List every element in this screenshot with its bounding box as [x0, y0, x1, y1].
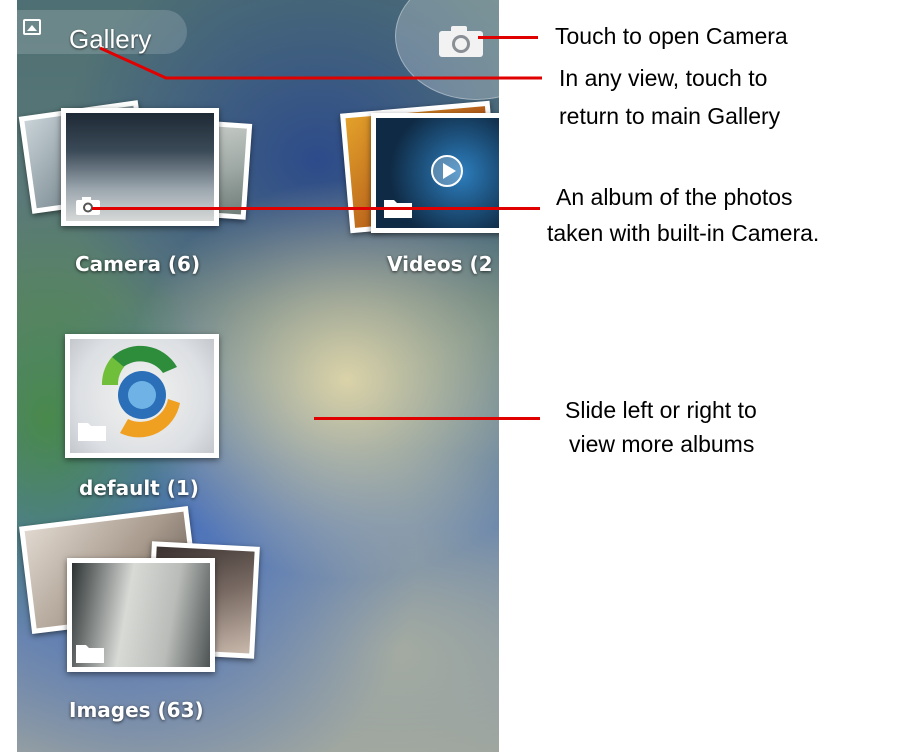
album-annotation-line2: taken with built-in Camera. — [547, 220, 820, 246]
camera-annotation: Touch to open Camera — [555, 23, 788, 49]
album-annotation-line1: An album of the photos — [556, 184, 793, 210]
slide-annotation-line — [314, 417, 540, 420]
gallery-annotation-line2: return to main Gallery — [559, 103, 781, 129]
slide-annotation-line1: Slide left or right to — [565, 397, 757, 423]
slide-annotation-line2: view more albums — [569, 431, 755, 457]
album-annotation-line — [92, 207, 540, 210]
gallery-annotation-line1: In any view, touch to — [559, 65, 768, 91]
